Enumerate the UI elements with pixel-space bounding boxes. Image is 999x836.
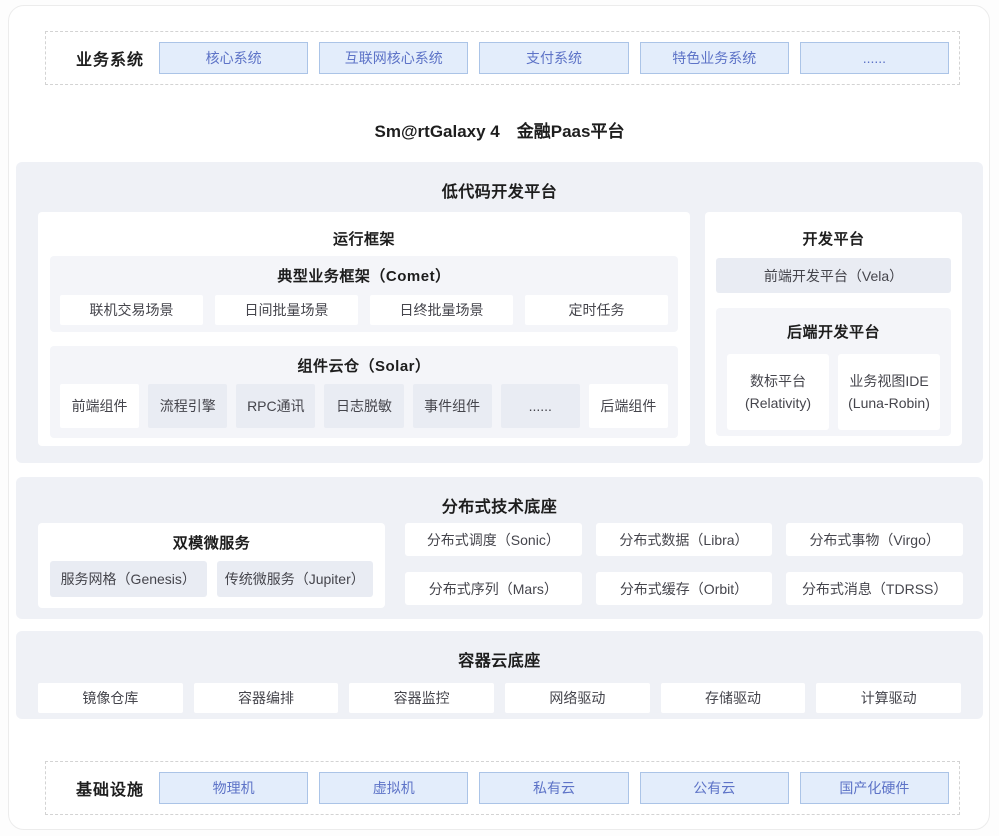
node-compute-driver: 计算驱动 [816, 683, 961, 713]
node-distributed-sequence-mars: 分布式序列（Mars） [405, 572, 582, 605]
paas-architecture-diagram: 业务系统 核心系统 互联网核心系统 支付系统 特色业务系统 ...... Sm@… [0, 0, 999, 836]
container-cloud-section: 容器云底座 镜像仓库 容器编排 容器监控 网络驱动 存储驱动 计算驱动 [16, 631, 983, 719]
node-private-cloud: 私有云 [479, 772, 628, 804]
distributed-base-section: 分布式技术底座 双模微服务 服务网格（Genesis） 传统微服务（Jupite… [16, 477, 983, 619]
node-more-components: ...... [501, 384, 580, 428]
node-event-component: 事件组件 [413, 384, 492, 428]
node-physical-machine: 物理机 [159, 772, 308, 804]
node-label-line1: 数标平台 [750, 370, 806, 392]
infrastructure-row: 基础设施 物理机 虚拟机 私有云 公有云 国产化硬件 [45, 761, 960, 815]
runtime-framework-title: 运行框架 [38, 212, 690, 249]
dev-platform-card: 开发平台 前端开发平台（Vela） 后端开发平台 数标平台 (Relativit… [705, 212, 962, 446]
node-label-line2: (Luna-Robin) [848, 392, 930, 414]
node-container-monitoring: 容器监控 [349, 683, 494, 713]
node-frontend-dev-platform-vela: 前端开发平台（Vela） [716, 258, 951, 293]
dev-platform-title: 开发平台 [705, 212, 962, 249]
node-label-line2: (Relativity) [745, 392, 811, 414]
node-service-mesh-genesis: 服务网格（Genesis） [50, 561, 207, 597]
node-distributed-transaction-virgo: 分布式事物（Virgo） [786, 523, 963, 556]
backend-dev-platform-title: 后端开发平台 [716, 308, 951, 342]
node-distributed-data-libra: 分布式数据（Libra） [596, 523, 773, 556]
backend-dev-platform-subcard: 后端开发平台 数标平台 (Relativity) 业务视图IDE (Luna-R… [716, 308, 951, 436]
dual-mode-microservice-card: 双模微服务 服务网格（Genesis） 传统微服务（Jupiter） [38, 523, 385, 608]
node-virtual-machine: 虚拟机 [319, 772, 468, 804]
node-end-of-day-batch-scenario: 日终批量场景 [370, 295, 513, 325]
runtime-framework-card: 运行框架 典型业务框架（Comet） 联机交易场景 日间批量场景 日终批量场景 … [38, 212, 690, 446]
node-data-standard-platform-relativity: 数标平台 (Relativity) [727, 354, 829, 430]
node-rpc-communication: RPC通讯 [236, 384, 315, 428]
comet-scenarios-row: 联机交易场景 日间批量场景 日终批量场景 定时任务 [50, 286, 678, 325]
node-traditional-microservice-jupiter: 传统微服务（Jupiter） [217, 561, 374, 597]
node-more-systems: ...... [800, 42, 949, 74]
infrastructure-label: 基础设施 [76, 776, 148, 800]
node-business-view-ide-luna-robin: 业务视图IDE (Luna-Robin) [838, 354, 940, 430]
node-backend-component: 后端组件 [589, 384, 668, 428]
node-core-system: 核心系统 [159, 42, 308, 74]
node-internet-core-system: 互联网核心系统 [319, 42, 468, 74]
node-scheduled-task: 定时任务 [525, 295, 668, 325]
node-public-cloud: 公有云 [640, 772, 789, 804]
business-systems-row: 业务系统 核心系统 互联网核心系统 支付系统 特色业务系统 ...... [45, 31, 960, 85]
node-special-business-system: 特色业务系统 [640, 42, 789, 74]
container-cloud-row: 镜像仓库 容器编排 容器监控 网络驱动 存储驱动 计算驱动 [16, 671, 983, 713]
node-label-line1: 业务视图IDE [849, 370, 928, 392]
node-storage-driver: 存储驱动 [661, 683, 806, 713]
node-online-transaction-scenario: 联机交易场景 [60, 295, 203, 325]
comet-framework-title: 典型业务框架（Comet） [50, 256, 678, 286]
lowcode-platform-section: 低代码开发平台 运行框架 典型业务框架（Comet） 联机交易场景 日间批量场景… [16, 162, 983, 463]
comet-framework-subcard: 典型业务框架（Comet） 联机交易场景 日间批量场景 日终批量场景 定时任务 [50, 256, 678, 332]
distributed-base-title: 分布式技术底座 [16, 477, 983, 517]
backend-tools-row: 数标平台 (Relativity) 业务视图IDE (Luna-Robin) [727, 354, 940, 430]
solar-component-subcard: 组件云仓（Solar） 前端组件 流程引擎 RPC通讯 日志脱敏 事件组件 ..… [50, 346, 678, 438]
node-frontend-component: 前端组件 [60, 384, 139, 428]
node-distributed-scheduling-sonic: 分布式调度（Sonic） [405, 523, 582, 556]
business-systems-label: 业务系统 [76, 46, 148, 70]
node-log-masking: 日志脱敏 [324, 384, 403, 428]
node-domestic-hardware: 国产化硬件 [800, 772, 949, 804]
lowcode-platform-title: 低代码开发平台 [16, 162, 983, 202]
page-title: Sm@rtGalaxy 4 金融Paas平台 [0, 117, 999, 142]
distributed-services-grid: 分布式调度（Sonic） 分布式数据（Libra） 分布式事物（Virgo） 分… [405, 523, 963, 605]
solar-component-title: 组件云仓（Solar） [50, 346, 678, 376]
node-payment-system: 支付系统 [479, 42, 628, 74]
dual-mode-microservice-title: 双模微服务 [38, 523, 385, 553]
node-distributed-message-tdrss: 分布式消息（TDRSS） [786, 572, 963, 605]
node-image-registry: 镜像仓库 [38, 683, 183, 713]
node-intraday-batch-scenario: 日间批量场景 [215, 295, 358, 325]
node-network-driver: 网络驱动 [505, 683, 650, 713]
node-distributed-cache-orbit: 分布式缓存（Orbit） [596, 572, 773, 605]
container-cloud-title: 容器云底座 [16, 631, 983, 671]
dual-mode-row: 服务网格（Genesis） 传统微服务（Jupiter） [38, 553, 385, 597]
solar-components-row: 前端组件 流程引擎 RPC通讯 日志脱敏 事件组件 ...... 后端组件 [50, 376, 678, 428]
node-container-orchestration: 容器编排 [194, 683, 339, 713]
node-process-engine: 流程引擎 [148, 384, 227, 428]
